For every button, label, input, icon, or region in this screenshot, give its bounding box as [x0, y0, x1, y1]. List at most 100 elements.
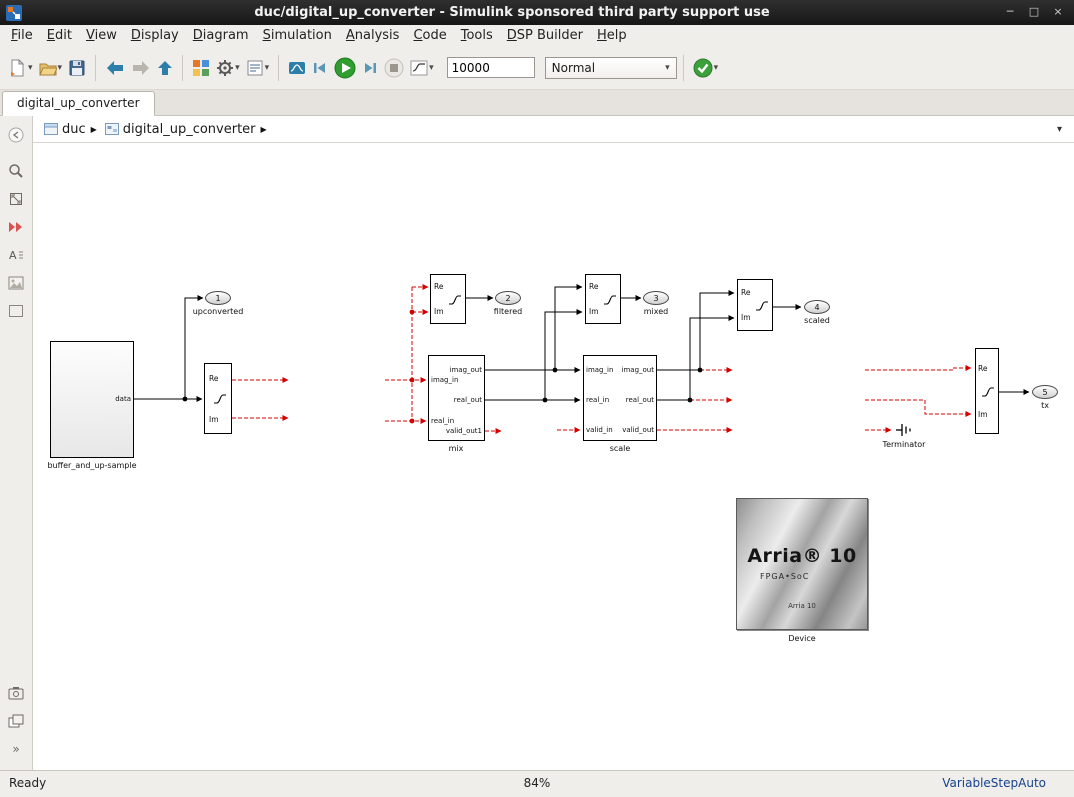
- hide-browser-button[interactable]: [5, 124, 27, 146]
- unconnected-wire-tx-re-in[interactable]: [865, 368, 971, 370]
- port-label-data: data: [115, 396, 131, 403]
- port-label-real-in: real_in: [431, 418, 454, 425]
- block-realimag-to-complex-scaled[interactable]: Re Im: [737, 279, 773, 331]
- block-realimag-to-complex-tx[interactable]: Re Im: [975, 348, 999, 434]
- block-realimag-to-complex-filtered[interactable]: Re Im: [430, 274, 466, 324]
- breadcrumb-label[interactable]: duc: [62, 122, 86, 137]
- outport-2-label[interactable]: filtered: [494, 307, 522, 316]
- outport-5-label[interactable]: tx: [1041, 401, 1049, 410]
- new-model-button[interactable]: ▾: [7, 54, 35, 82]
- simulation-mode-select[interactable]: Normal ▾: [545, 57, 677, 79]
- menu-simulation[interactable]: Simulation: [256, 26, 339, 45]
- wire-branch-to-mixed-im[interactable]: [545, 312, 582, 400]
- model-advisor-button[interactable]: ▾: [691, 54, 721, 82]
- block-scale[interactable]: imag_in imag_out real_in real_out valid_…: [583, 355, 657, 441]
- copy-view-button[interactable]: [5, 710, 27, 732]
- simulation-time-input[interactable]: [447, 57, 535, 78]
- solver-label[interactable]: VariableStepAuto: [942, 776, 1046, 790]
- open-caret-icon[interactable]: ▾: [58, 63, 63, 73]
- tab-digital-up-converter[interactable]: digital_up_converter: [2, 91, 155, 116]
- model-configuration-button[interactable]: ▾: [244, 54, 272, 82]
- outport-4[interactable]: 4: [804, 300, 830, 314]
- annotation-button[interactable]: A: [5, 244, 27, 266]
- advisor-caret-icon[interactable]: ▾: [714, 63, 719, 73]
- menu-code[interactable]: Code: [406, 26, 453, 45]
- block-device[interactable]: Arria® 10 FPGA•SoC Arria 10: [736, 498, 868, 630]
- menu-analysis[interactable]: Analysis: [339, 26, 407, 45]
- close-button[interactable]: ×: [1048, 4, 1068, 21]
- magnifier-icon: [8, 163, 24, 179]
- block-complex-to-realimag[interactable]: Re Im: [204, 363, 232, 434]
- outport-1-label[interactable]: upconverted: [193, 307, 244, 316]
- stop-button[interactable]: [382, 54, 406, 82]
- breadcrumb-separator-icon: ▶: [91, 125, 97, 134]
- simulation-display-button[interactable]: ▾: [408, 54, 436, 82]
- menu-view[interactable]: View: [79, 26, 124, 45]
- outport-3-label[interactable]: mixed: [644, 307, 669, 316]
- outport-3[interactable]: 3: [643, 291, 669, 305]
- open-button[interactable]: ▾: [37, 54, 65, 82]
- block-name-scale[interactable]: scale: [610, 444, 631, 453]
- back-button[interactable]: [103, 54, 127, 82]
- menu-edit[interactable]: Edit: [40, 26, 79, 45]
- block-terminator[interactable]: [895, 422, 913, 438]
- breadcrumb-label[interactable]: digital_up_converter: [123, 122, 256, 137]
- area-button[interactable]: [5, 300, 27, 322]
- menu-file[interactable]: File: [4, 26, 40, 45]
- screenshot-button[interactable]: [5, 682, 27, 704]
- sample-time-display-button[interactable]: [5, 216, 27, 238]
- zoom-button[interactable]: [5, 160, 27, 182]
- run-button[interactable]: [332, 54, 358, 82]
- minimize-button[interactable]: ─: [1000, 4, 1020, 21]
- menu-help[interactable]: Help: [590, 26, 634, 45]
- settings-caret-icon[interactable]: ▾: [235, 63, 240, 73]
- image-annotation-button[interactable]: [5, 272, 27, 294]
- step-back-button[interactable]: [310, 54, 330, 82]
- library-browser-button[interactable]: [190, 54, 212, 82]
- block-mix[interactable]: imag_out imag_in real_out real_in valid_…: [428, 355, 485, 441]
- block-name-mix[interactable]: mix: [449, 444, 464, 453]
- save-button[interactable]: [66, 54, 88, 82]
- step-forward-button[interactable]: [360, 54, 380, 82]
- fit-to-view-button[interactable]: [5, 188, 27, 210]
- status-bar: Ready 84% VariableStepAuto: [0, 770, 1074, 797]
- breadcrumb-dropdown-icon[interactable]: ▾: [1053, 122, 1066, 137]
- port-label-im: Im: [741, 314, 751, 322]
- breadcrumb-item-digital-up-converter[interactable]: digital_up_converter: [102, 120, 259, 139]
- menu-dsp-builder[interactable]: DSP Builder: [500, 26, 590, 45]
- data-inspector-button[interactable]: [286, 54, 308, 82]
- config-caret-icon[interactable]: ▾: [265, 63, 270, 73]
- up-button[interactable]: [155, 54, 175, 82]
- block-buffer-and-up-sample[interactable]: data: [50, 341, 134, 458]
- forward-button[interactable]: [129, 54, 153, 82]
- block-name-device[interactable]: Device: [788, 634, 815, 643]
- outport-5[interactable]: 5: [1032, 385, 1058, 399]
- display-caret-icon[interactable]: ▾: [429, 63, 434, 73]
- model-settings-button[interactable]: ▾: [214, 54, 242, 82]
- step-back-icon: [312, 60, 328, 76]
- maximize-button[interactable]: □: [1024, 4, 1044, 21]
- wire-branch-to-scaled-im[interactable]: [690, 318, 734, 400]
- block-name-terminator[interactable]: Terminator: [883, 440, 926, 449]
- wire-branch-to-mixed-re[interactable]: [555, 287, 582, 370]
- outport-4-label[interactable]: scaled: [804, 316, 830, 325]
- block-name-buffer[interactable]: buffer_and_up-sample: [47, 461, 136, 470]
- outport-2[interactable]: 2: [495, 291, 521, 305]
- menu-display[interactable]: Display: [124, 26, 186, 45]
- outport-1[interactable]: 1: [205, 291, 231, 305]
- menu-diagram[interactable]: Diagram: [186, 26, 256, 45]
- device-subtitle: FPGA•SoC: [760, 572, 809, 581]
- port-label-re: Re: [209, 375, 219, 383]
- open-folder-icon: [39, 59, 57, 77]
- model-canvas[interactable]: data buffer_and_up-sample Re Im 1 upconv…: [33, 143, 1074, 770]
- menu-tools[interactable]: Tools: [454, 26, 500, 45]
- unconnected-wire-tx-im-in[interactable]: [865, 400, 971, 414]
- breadcrumb-item-duc[interactable]: duc: [41, 120, 89, 139]
- port-label-re: Re: [741, 289, 751, 297]
- run-play-icon: [334, 57, 356, 79]
- new-model-caret-icon[interactable]: ▾: [28, 63, 33, 73]
- wire-branch-to-scaled-re[interactable]: [700, 293, 734, 370]
- tab-bar: digital_up_converter: [0, 90, 1074, 116]
- expand-palette-button[interactable]: »: [5, 738, 27, 760]
- block-realimag-to-complex-mixed[interactable]: Re Im: [585, 274, 621, 324]
